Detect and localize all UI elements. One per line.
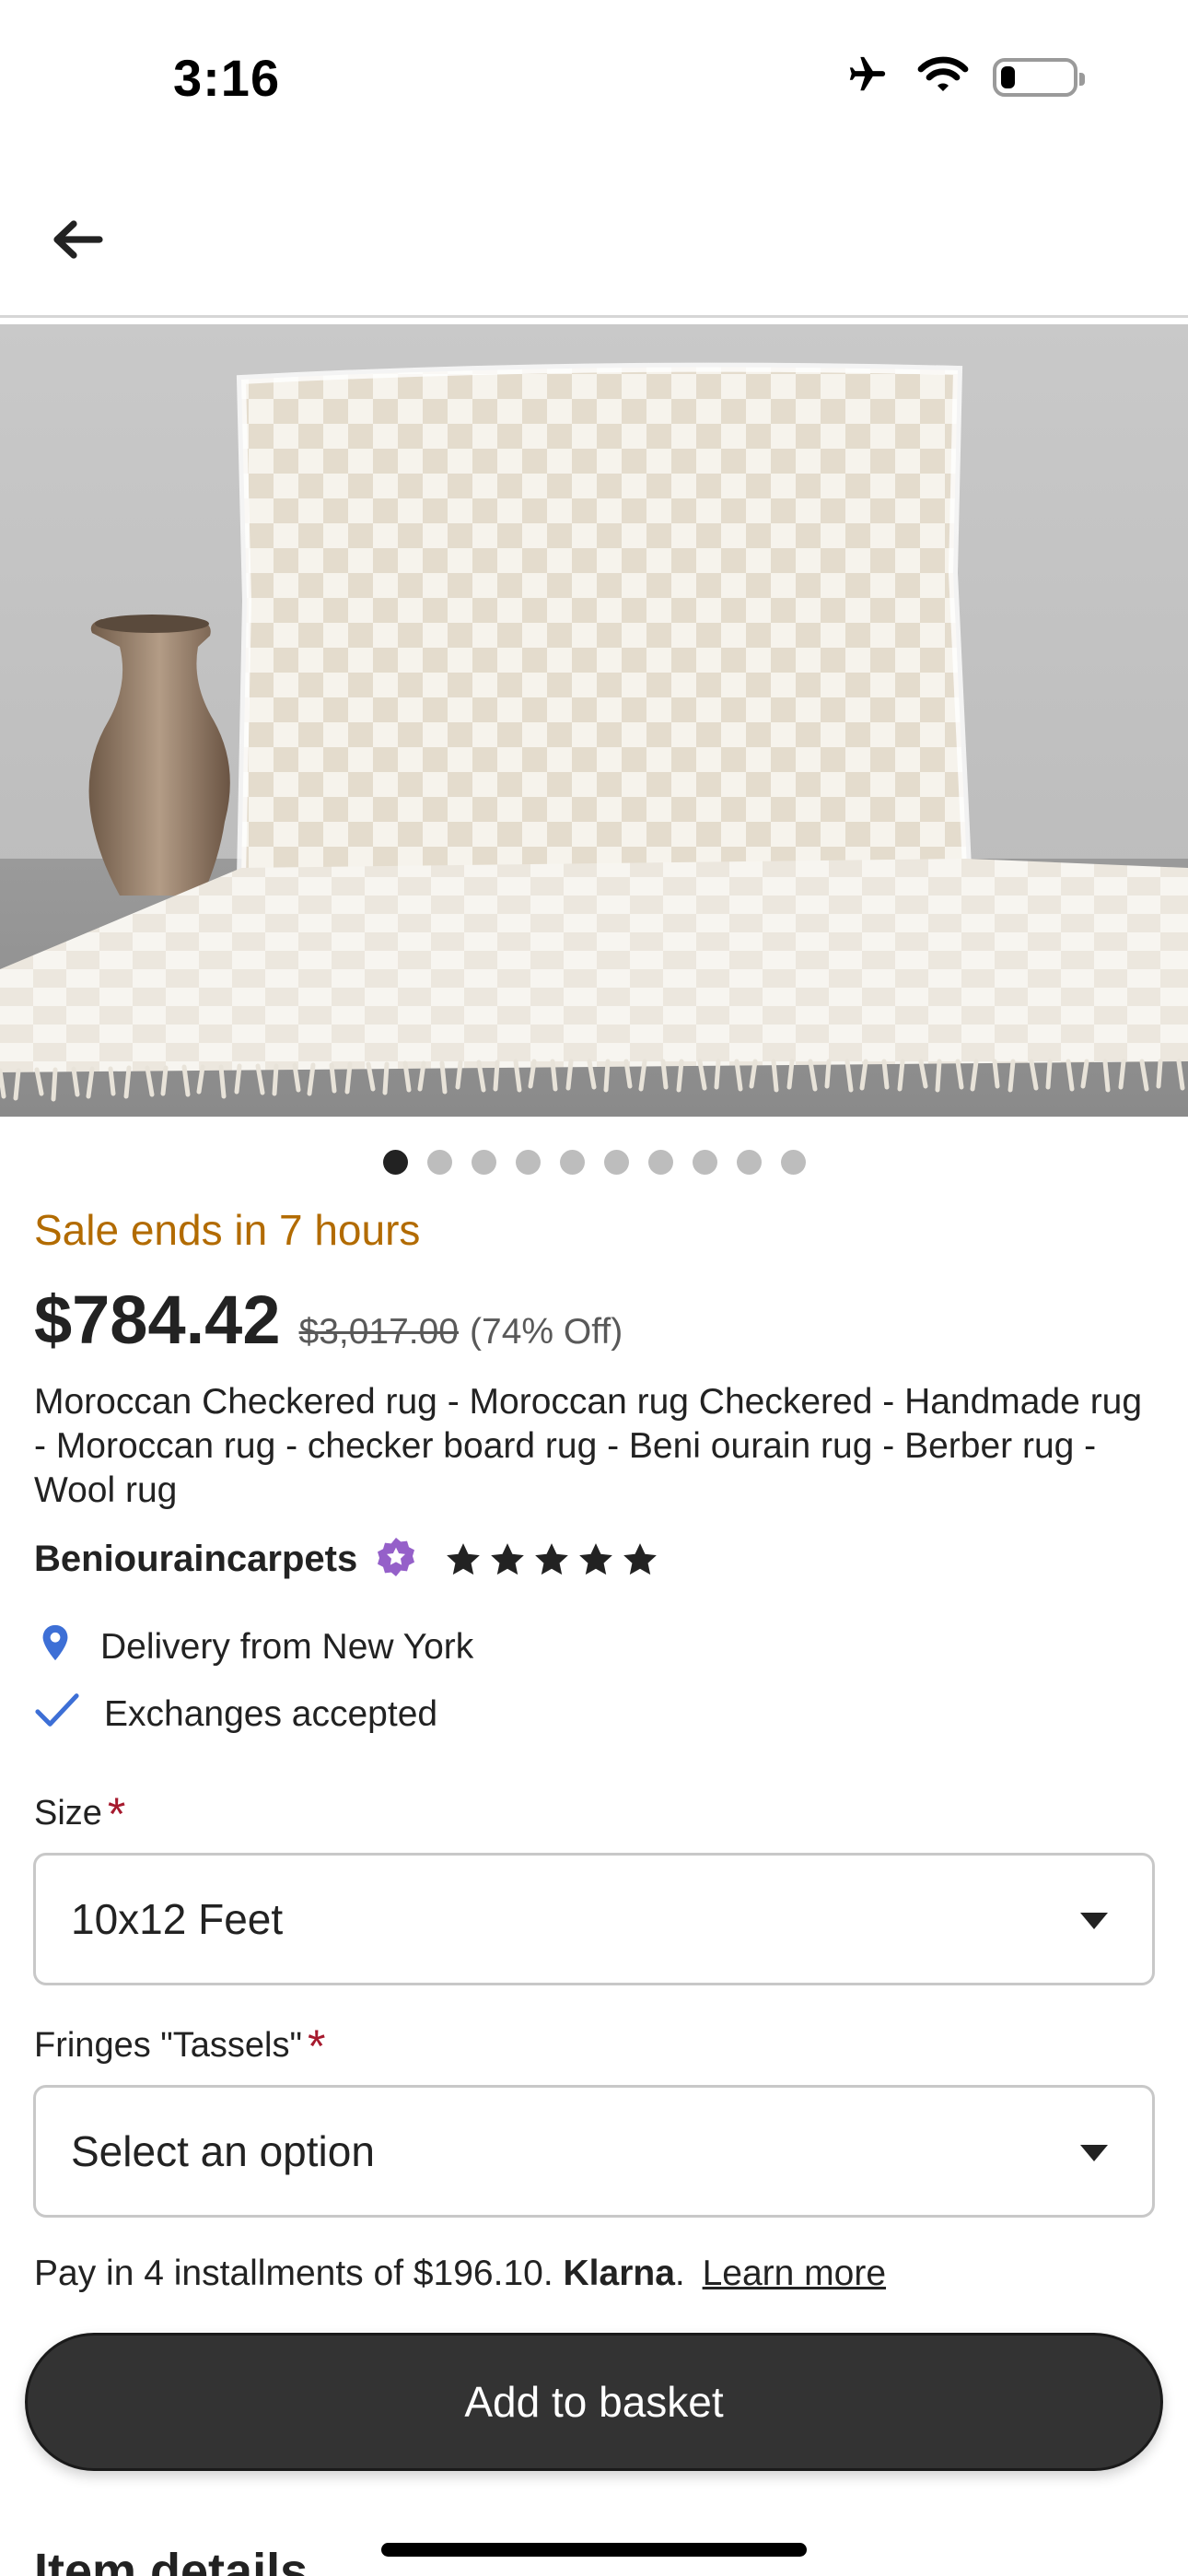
product-image[interactable] [0, 324, 1188, 1117]
size-select[interactable]: 10x12 Feet [33, 1853, 1155, 1985]
carousel-dot[interactable] [426, 1150, 452, 1175]
star-icon [535, 1542, 569, 1575]
size-label: Size * [34, 1787, 125, 1841]
checkmark-icon [34, 1689, 80, 1740]
carousel-dots[interactable] [0, 1150, 1188, 1175]
size-select-value: 10x12 Feet [71, 1895, 284, 1943]
size-label-text: Size [34, 1794, 102, 1832]
shop-row[interactable]: Beniouraincarpets [34, 1535, 659, 1584]
add-to-basket-button[interactable]: Add to basket [25, 2333, 1163, 2471]
listing-title: Moroccan Checkered rug - Moroccan rug Ch… [34, 1382, 1143, 1510]
location-pin-icon [34, 1622, 76, 1673]
klarna-logo: Klarna [563, 2254, 675, 2293]
status-icons [842, 53, 1085, 100]
carousel-dot[interactable] [515, 1150, 541, 1175]
dropdown-caret-icon [1080, 1913, 1108, 1929]
star-icon [447, 1542, 481, 1575]
carousel-dot[interactable] [780, 1150, 806, 1175]
battery-icon [993, 57, 1085, 97]
carousel-dot[interactable] [382, 1150, 408, 1175]
carousel-dot[interactable] [603, 1150, 629, 1175]
battery-level [1001, 65, 1015, 88]
rug-photo [0, 324, 1188, 1117]
arrow-left-icon [50, 217, 105, 266]
shop-name[interactable]: Beniouraincarpets [34, 1539, 357, 1580]
provider-suffix: . [674, 2254, 685, 2293]
carousel-dot[interactable] [559, 1150, 585, 1175]
delivery-info: Delivery from New York [34, 1622, 473, 1673]
exchanges-text: Exchanges accepted [104, 1694, 438, 1734]
required-mark: * [307, 2020, 326, 2072]
fringes-label: Fringes "Tassels" * [34, 2020, 325, 2073]
price-row: $784.42 $3,017.00 (74% Off) [34, 1281, 623, 1359]
delivery-text: Delivery from New York [100, 1627, 474, 1667]
star-icon [623, 1542, 658, 1575]
carousel-dot[interactable] [647, 1150, 673, 1175]
exchanges-info: Exchanges accepted [34, 1689, 437, 1740]
discount-percent: (74% Off) [470, 1312, 623, 1352]
learn-more-link[interactable]: Learn more [703, 2254, 886, 2293]
dropdown-caret-icon [1080, 2145, 1108, 2161]
item-details-heading: Item details [34, 2544, 309, 2576]
status-time: 3:16 [173, 49, 281, 107]
rating-stars[interactable] [444, 1540, 659, 1579]
fringes-label-text: Fringes "Tassels" [34, 2026, 302, 2065]
current-price: $784.42 [34, 1282, 281, 1358]
installments-info: Pay in 4 installments of $196.10. Klarna… [34, 2254, 886, 2294]
status-bar: 3:16 [0, 0, 1188, 157]
fringes-select[interactable]: Select an option [33, 2085, 1155, 2218]
star-icon [491, 1542, 525, 1575]
back-button[interactable] [41, 205, 114, 278]
carousel-dot[interactable] [471, 1150, 496, 1175]
sale-countdown: Sale ends in 7 hours [34, 1206, 421, 1254]
airplane-icon [842, 53, 893, 100]
wifi-icon [917, 54, 969, 100]
home-indicator[interactable] [381, 2543, 807, 2557]
carousel-dot[interactable] [736, 1150, 762, 1175]
fringes-select-value: Select an option [71, 2127, 375, 2175]
installments-text: Pay in 4 installments of $196.10. [34, 2254, 553, 2293]
battery-cap [1079, 72, 1085, 86]
star-icon [579, 1542, 613, 1575]
required-mark: * [107, 1788, 126, 1840]
original-price: $3,017.00 [298, 1312, 460, 1352]
star-seller-badge-icon [374, 1535, 418, 1584]
carousel-dot[interactable] [692, 1150, 717, 1175]
nav-bar [0, 157, 1188, 318]
